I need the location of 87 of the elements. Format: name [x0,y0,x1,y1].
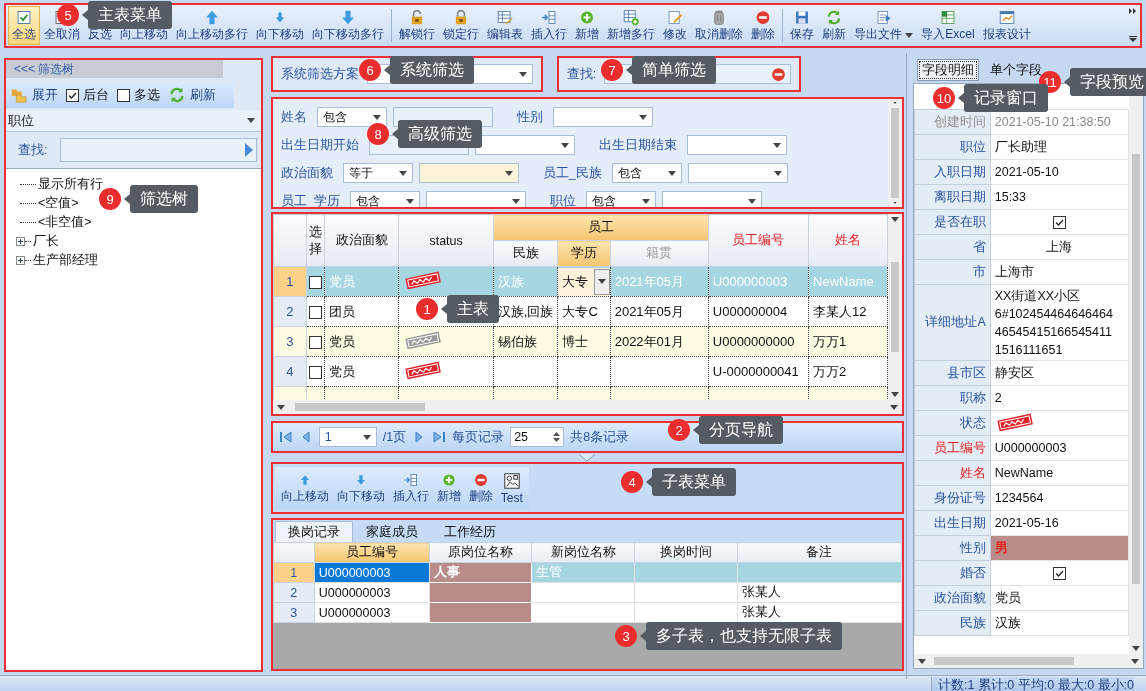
table-cell: 汉族 [493,266,558,297]
field-value: U000000003 [990,435,1129,461]
table-cell: 2021年05月 [610,266,709,297]
field-label: 职位 [914,134,991,160]
field-value: 汉族 [990,610,1129,636]
row-header: 2 [273,582,315,603]
table-cell: 李某人12 [808,296,888,327]
table-cell: 党员 [324,326,399,357]
field-value: 静安区 [990,360,1129,386]
callout-tooltip: 子表菜单 [646,468,736,496]
field-value: 2021-05-10 [990,159,1129,185]
callout-tooltip: 主表菜单 [82,1,172,29]
table-cell: 党员 [324,356,399,387]
row-header: 1 [273,266,307,297]
table-cell: 党员 [324,266,399,297]
field-label: 员工_学历 [280,192,340,207]
field-label: 状态 [914,410,991,436]
table-cell: 万万2 [808,356,888,387]
field-label: 政治面貌 [280,164,333,182]
callout-tooltip: 多子表，也支持无限子表 [640,622,842,650]
field-label: 市 [914,259,991,285]
field-label: 县市区 [914,360,991,386]
table-cell: NewName [808,266,888,297]
field-value: 上海市 [990,259,1129,285]
field-label: 姓名 [914,460,991,486]
field-label: 查找: [566,65,597,83]
row-header: 2 [273,296,307,327]
field-value: 上海 [990,234,1129,260]
row-header: 1 [273,562,315,583]
page-count: /1页 [382,428,407,446]
field-value: 2021-05-16 [990,510,1129,536]
table-cell: 锡伯族 [493,326,558,357]
table-cell: 团员 [324,296,399,327]
record-count: 共8条记录 [570,428,630,446]
table-cell: U000000003 [708,266,809,297]
callout-tooltip: 简单筛选 [626,56,716,84]
table-cell: 大专C [557,296,611,327]
field-label: 查找: [18,141,48,159]
field-label: 入职日期 [914,159,991,185]
field-label: 创建时间 [914,109,991,135]
field-label: 身份证号 [914,485,991,511]
field-label: 出生日期结束 [598,136,677,154]
table-cell: U-0000000041 [708,356,809,387]
field-label: 民族 [914,610,991,636]
table-cell: 2022年01月 [610,326,709,357]
table-cell: 博士 [557,326,611,357]
field-value: NewName [990,460,1129,486]
field-label: 职称 [914,385,991,411]
field-label: 离职日期 [914,184,991,210]
field-label: 姓名 [280,108,307,126]
callout-tooltip: 分页导航 [693,416,783,444]
callout-tooltip: 记录窗口 [958,84,1048,112]
field-label: 员工编号 [914,435,991,461]
field-label: 员工_民族 [542,164,602,182]
row-header: 4 [273,356,307,387]
table-cell: 2021年05月 [610,296,709,327]
field-value: XX街道XX小区 6#102454464646464 46545415166545411 1516111651 [990,284,1129,361]
field-label: 政治面貌 [914,585,991,611]
field-label: 婚否 [914,560,991,586]
callout-tooltip: 系统筛选 [384,56,474,84]
callout-number-tooltip: 2 [668,419,690,441]
row-header: 3 [273,326,307,357]
field-label: 详细地址A [914,284,991,361]
field-label: 是否在职 [914,209,991,235]
callout-tooltip: 高级筛选 [392,120,482,148]
status-text: 计数:1 累计:0 平均:0 最大:0 最小:0 [931,677,1134,691]
field-value: 厂长助理 [990,134,1129,160]
field-label: 系统筛选方案 [280,65,359,83]
field-label: 出生日期 [914,510,991,536]
field-label: 每页记录 [452,428,505,446]
table-cell: U000000004 [708,296,809,327]
field-label: 省 [914,234,991,260]
callout-tooltip: 筛选树 [124,185,198,213]
callout-tooltip: 主表 [441,295,499,323]
field-label: 性别 [914,535,991,561]
callout-tooltip: 字段预览 [1064,68,1146,96]
field-label: 职位 [549,192,576,207]
field-label: 性别 [516,108,543,126]
field-value: 党员 [990,585,1129,611]
table-cell: 万万1 [808,326,888,357]
field-value: 1234564 [990,485,1129,511]
table-cell: U0000000000 [708,326,809,357]
field-label: 出生日期开始 [280,136,359,154]
field-value: 男 [990,535,1129,561]
row-header: 3 [273,602,315,623]
field-value: 15:33 [990,184,1129,210]
field-value: 2 [990,385,1129,411]
